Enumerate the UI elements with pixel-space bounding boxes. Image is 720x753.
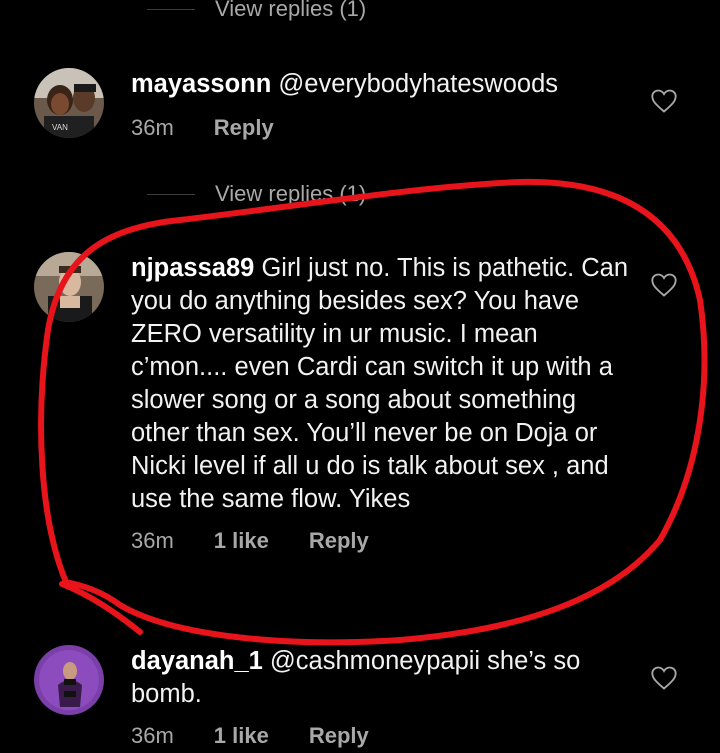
view-replies-label: View replies (1) [215, 0, 367, 21]
like-count[interactable]: 1 like [214, 528, 269, 554]
svg-text:VAN: VAN [52, 123, 68, 132]
comment-body[interactable]: @everybodyhateswoods [278, 70, 558, 98]
comment-time: 36m [131, 528, 174, 553]
view-replies-toggle[interactable]: View replies (1) [147, 181, 366, 207]
reply-button[interactable]: Reply [309, 528, 369, 554]
username[interactable]: dayanah_1 [131, 647, 263, 675]
username[interactable]: mayassonn [131, 70, 271, 98]
comment-time: 36m [131, 723, 174, 748]
heart-outline-icon[interactable] [650, 88, 678, 114]
username[interactable]: njpassa89 [131, 254, 254, 282]
avatar[interactable] [34, 252, 104, 322]
view-replies-toggle[interactable]: View replies (1) [147, 0, 366, 22]
avatar[interactable] [34, 645, 104, 715]
comment-time: 36m [131, 115, 174, 140]
reply-button[interactable]: Reply [214, 115, 274, 141]
heart-outline-icon[interactable] [650, 665, 678, 691]
divider-line [147, 8, 195, 10]
comment-text: njpassa89 Girl just no. This is pathetic… [131, 252, 631, 516]
avatar[interactable]: VAN [34, 68, 104, 138]
like-count[interactable]: 1 like [214, 723, 269, 749]
view-replies-label: View replies (1) [215, 181, 367, 206]
divider-line [147, 193, 195, 195]
comment-body[interactable]: Girl just no. This is pathetic. Can you … [131, 254, 628, 513]
heart-outline-icon[interactable] [650, 272, 678, 298]
comment-text: mayassonn @everybodyhateswoods [131, 68, 631, 101]
comment-text: dayanah_1 @cashmoneypapii she’s so bomb. [131, 645, 631, 711]
reply-button[interactable]: Reply [309, 723, 369, 749]
